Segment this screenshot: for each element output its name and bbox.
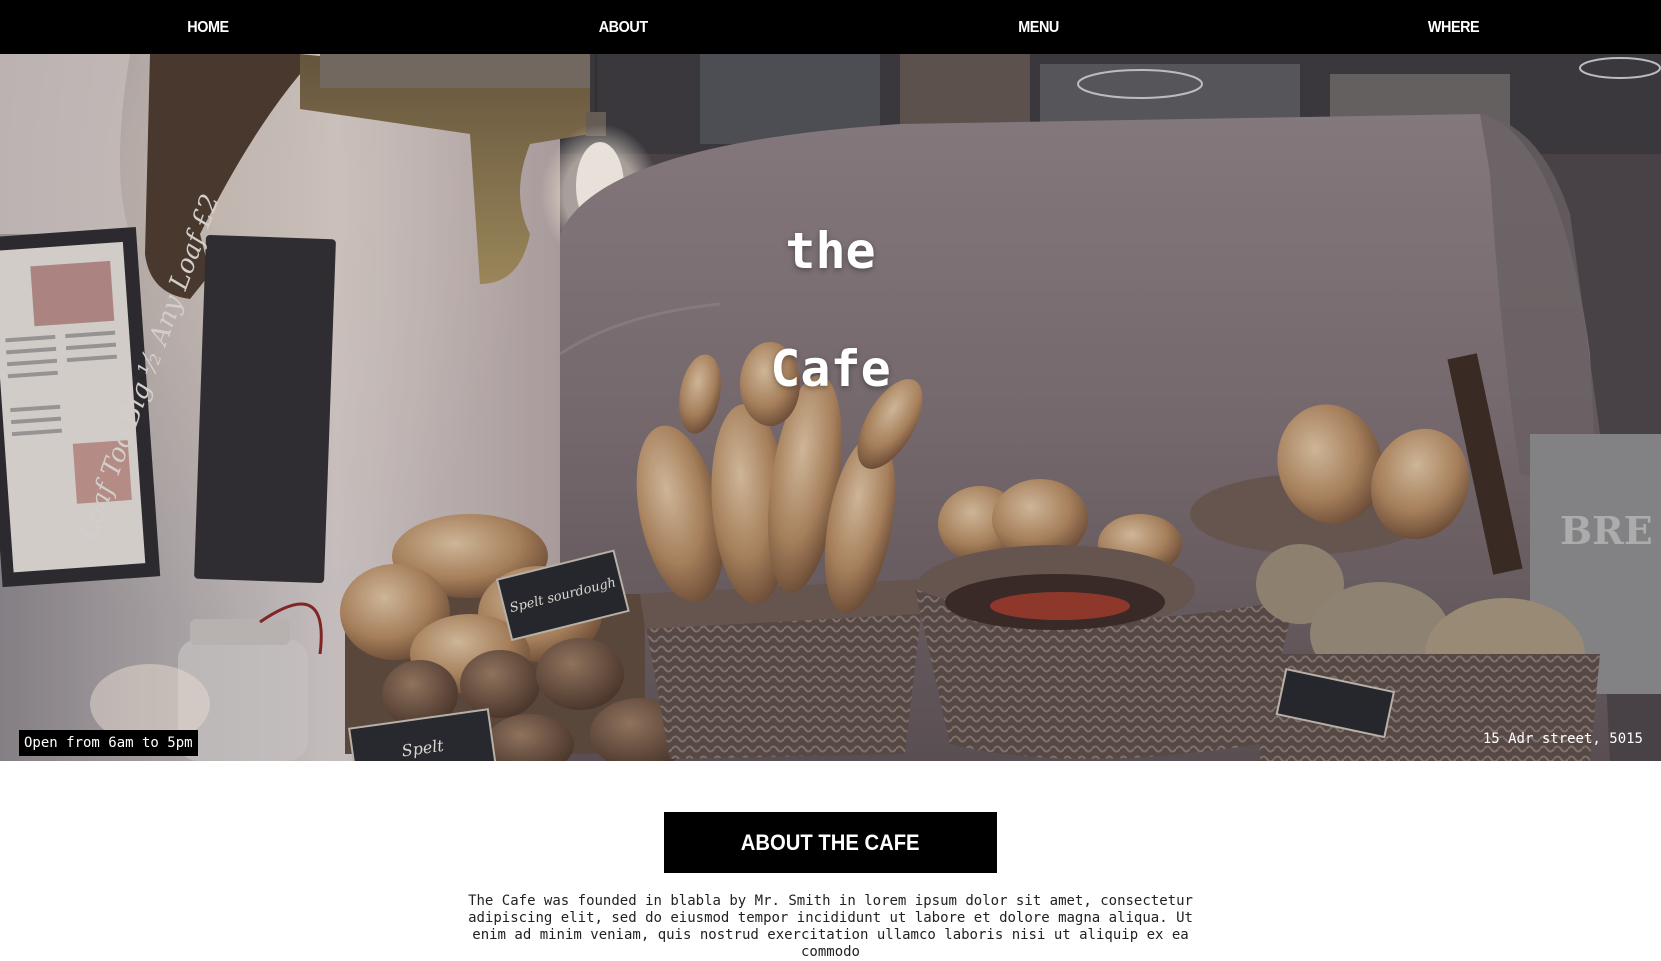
- hero-section: Loaf Too Big ½ Any Loaf £2 BRE Spelt sou…: [0, 54, 1661, 761]
- nav-cell-menu: MENU: [831, 17, 1246, 37]
- nav-cell-home: HOME: [0, 17, 415, 37]
- nav-cell-where: WHERE: [1246, 17, 1661, 37]
- about-heading: ABOUT THE CAFE: [664, 812, 997, 873]
- opening-hours-badge: Open from 6am to 5pm: [19, 730, 198, 756]
- hero-title-line-1: the: [785, 222, 876, 280]
- nav-cell-about: ABOUT: [415, 17, 830, 37]
- nav-link-about[interactable]: ABOUT: [598, 19, 647, 37]
- hero-title-line-2: Cafe: [770, 340, 891, 398]
- nav-link-home[interactable]: HOME: [187, 19, 229, 37]
- address-text: 15 Adr street, 5015: [1482, 731, 1643, 747]
- about-heading-label: ABOUT THE CAFE: [741, 829, 920, 855]
- about-body-text: The Cafe was founded in blabla by Mr. Sm…: [468, 893, 1193, 960]
- nav-link-menu[interactable]: MENU: [1018, 19, 1059, 37]
- top-navigation: HOME ABOUT MENU WHERE: [0, 0, 1661, 54]
- nav-link-where[interactable]: WHERE: [1428, 19, 1480, 37]
- hero-background-image: Loaf Too Big ½ Any Loaf £2 BRE Spelt sou…: [0, 54, 1661, 761]
